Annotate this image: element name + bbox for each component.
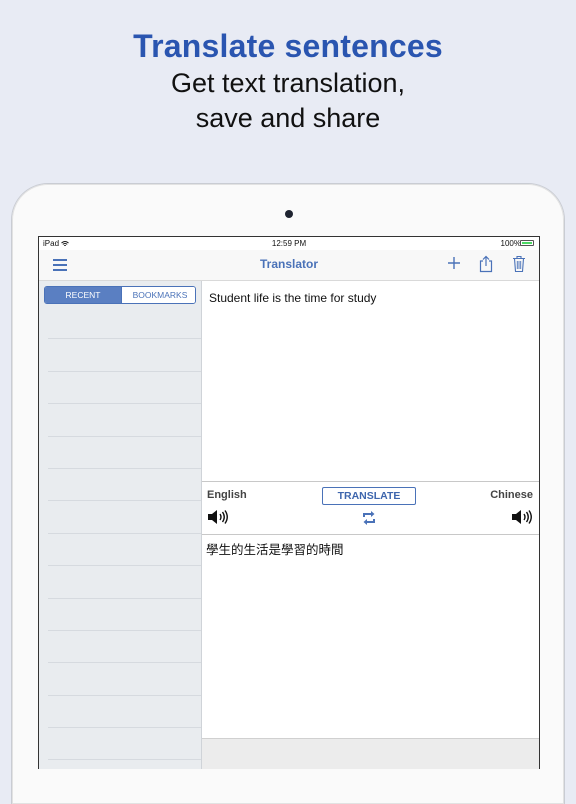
list-item[interactable]	[48, 599, 201, 631]
list-item[interactable]	[48, 566, 201, 599]
list-item[interactable]	[48, 307, 201, 340]
list-item[interactable]	[48, 696, 201, 729]
source-language-label[interactable]: English	[207, 489, 247, 501]
list-item[interactable]	[48, 372, 201, 405]
segmented-control: RECENT BOOKMARKS	[44, 286, 196, 304]
list-item[interactable]	[48, 663, 201, 696]
plus-icon[interactable]	[447, 253, 461, 276]
target-language-label[interactable]: Chinese	[490, 489, 533, 501]
promo-title: Translate sentences	[133, 28, 443, 64]
sidebar: RECENT BOOKMARKS	[39, 281, 202, 769]
translation-output: 學生的生活是學習的時間	[206, 543, 344, 557]
list-item[interactable]	[48, 469, 201, 502]
translator-main: Student life is the time for study Engli…	[202, 281, 539, 769]
promo-subtitle-line-1: Get text translation,	[170, 68, 406, 98]
nav-bar: Translator	[39, 250, 539, 281]
trash-icon[interactable]	[512, 255, 526, 278]
share-icon[interactable]	[479, 255, 493, 278]
list-item[interactable]	[48, 501, 201, 534]
nav-title: Translator	[259, 257, 319, 271]
promo-subtitle-line-2: save and share	[195, 103, 381, 133]
battery-icon	[520, 240, 534, 246]
swap-languages-icon[interactable]	[361, 510, 377, 531]
source-text-input[interactable]: Student life is the time for study	[209, 291, 529, 305]
list-item[interactable]	[48, 339, 201, 372]
tab-bookmarks[interactable]: BOOKMARKS	[121, 287, 195, 303]
status-time: 12:59 PM	[271, 239, 307, 248]
bottom-toolbar	[202, 738, 539, 769]
list-item[interactable]	[48, 404, 201, 437]
camera-icon	[285, 210, 293, 218]
battery-percent: 100%	[500, 239, 521, 248]
list-item[interactable]	[48, 631, 201, 664]
translate-button[interactable]: TRANSLATE	[322, 487, 416, 505]
list-item[interactable]	[48, 437, 201, 469]
tab-recent[interactable]: RECENT	[45, 287, 121, 303]
list-item[interactable]	[48, 728, 201, 761]
status-bar: iPad 12:59 PM 100%	[39, 237, 539, 250]
speaker-source-icon[interactable]	[207, 509, 229, 530]
history-list	[48, 307, 201, 761]
list-item[interactable]	[48, 534, 201, 567]
app-screen: iPad 12:59 PM 100% Translator RECENT BOO…	[38, 236, 540, 769]
language-bar: English TRANSLATE Chinese	[202, 481, 539, 535]
speaker-target-icon[interactable]	[511, 509, 533, 530]
